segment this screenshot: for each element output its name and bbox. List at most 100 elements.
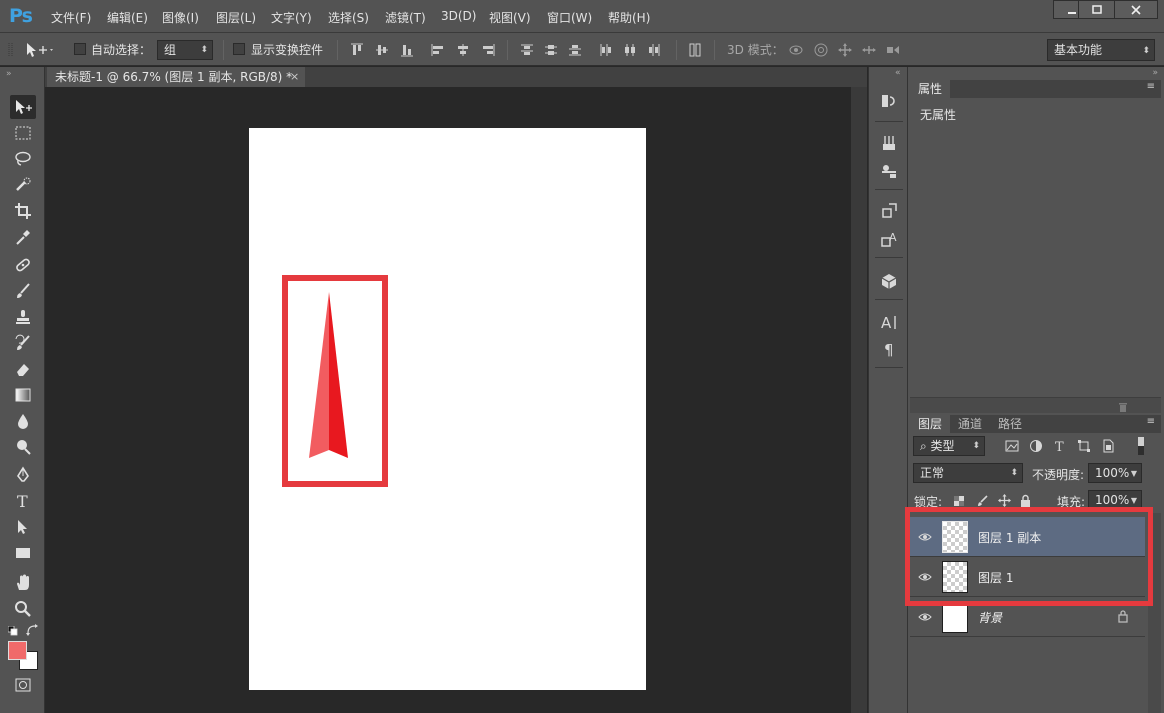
3d-roll-icon[interactable]: [813, 42, 829, 58]
workspace-dropdown[interactable]: 基本功能 ⬍: [1047, 39, 1155, 61]
filter-type-icon[interactable]: T: [1053, 439, 1067, 453]
auto-align-icon[interactable]: [687, 42, 703, 58]
close-tab-icon[interactable]: ×: [290, 67, 299, 87]
type-tool[interactable]: T: [10, 489, 36, 513]
foreground-color-swatch[interactable]: [8, 641, 27, 660]
character-styles-button[interactable]: A: [879, 229, 899, 249]
menu-image[interactable]: 图像(I): [162, 9, 199, 26]
shape-tool[interactable]: [10, 541, 36, 565]
auto-select-checkbox[interactable]: [74, 43, 86, 55]
align-right-icon[interactable]: [480, 42, 496, 58]
filter-kind-dropdown[interactable]: ⌕ 类型 ⬍: [913, 436, 985, 456]
auto-select-dropdown[interactable]: 组 ⬍: [157, 40, 213, 60]
dodge-tool[interactable]: [10, 435, 36, 459]
tab-paths[interactable]: 路径: [990, 415, 1030, 433]
menu-view[interactable]: 视图(V): [489, 9, 531, 26]
distribute-hcenter-icon[interactable]: [622, 42, 638, 58]
menu-file[interactable]: 文件(F): [51, 9, 91, 26]
marquee-tool[interactable]: [10, 121, 36, 145]
distribute-left-icon[interactable]: [598, 42, 614, 58]
path-selection-tool[interactable]: [10, 515, 36, 539]
panel-menu-icon[interactable]: ≡: [1147, 81, 1155, 92]
tab-channels[interactable]: 通道: [950, 415, 990, 433]
expand-dock-icon[interactable]: «: [895, 68, 901, 78]
quick-mask-button[interactable]: [10, 675, 36, 695]
menu-select[interactable]: 选择(S): [328, 9, 369, 26]
svg-text:¶: ¶: [884, 341, 894, 358]
lasso-tool[interactable]: [10, 147, 36, 171]
move-tool[interactable]: [10, 95, 36, 119]
eyedropper-tool[interactable]: [10, 225, 36, 249]
collapse-arrows-icon[interactable]: »: [6, 69, 12, 79]
filter-adjustment-icon[interactable]: [1029, 439, 1043, 453]
opacity-field[interactable]: 100% ▼: [1088, 463, 1142, 483]
paragraph-panel-button[interactable]: ¶: [879, 339, 899, 359]
character-icon: A: [881, 314, 896, 331]
menu-help[interactable]: 帮助(H): [608, 9, 650, 26]
3d-rotate-icon[interactable]: [788, 42, 804, 58]
show-transform-checkbox[interactable]: [233, 43, 245, 55]
3d-slide-icon[interactable]: [861, 42, 877, 58]
blend-mode-dropdown[interactable]: 正常 ⬍: [913, 463, 1023, 483]
arrow-shape[interactable]: [305, 290, 351, 462]
align-vcenter-icon[interactable]: [374, 42, 390, 58]
zoom-tool[interactable]: [10, 597, 36, 621]
menu-filter[interactable]: 滤镜(T): [385, 9, 426, 26]
brush-presets-button[interactable]: [879, 133, 899, 153]
align-left-icon[interactable]: [430, 42, 446, 58]
pen-tool[interactable]: [10, 463, 36, 487]
crop-tool[interactable]: [10, 199, 36, 223]
filter-smartobject-icon[interactable]: [1101, 439, 1115, 453]
lock-all-icon[interactable]: [1020, 494, 1031, 507]
distribute-vcenter-icon[interactable]: [543, 42, 559, 58]
panel-menu-icon[interactable]: ≡: [1147, 416, 1155, 427]
layers-highlight-frame: [905, 507, 1153, 606]
align-hcenter-icon[interactable]: [455, 42, 471, 58]
default-colors-icon[interactable]: [7, 625, 18, 636]
tab-layers[interactable]: 图层: [910, 415, 951, 433]
blur-tool[interactable]: [10, 409, 36, 433]
distribute-bottom-icon[interactable]: [567, 42, 583, 58]
menu-window[interactable]: 窗口(W): [547, 9, 592, 26]
3d-panel-button[interactable]: [879, 271, 899, 291]
layer-name[interactable]: 背景: [978, 609, 1002, 626]
eraser-tool[interactable]: [10, 357, 36, 381]
healing-brush-tool[interactable]: [10, 253, 36, 277]
quick-selection-tool[interactable]: [10, 173, 36, 197]
distribute-top-icon[interactable]: [519, 42, 535, 58]
tool-presets-button[interactable]: [879, 161, 899, 181]
close-window-button[interactable]: [1114, 0, 1158, 19]
menu-3d[interactable]: 3D(D): [441, 9, 476, 23]
history-panel-button[interactable]: [879, 91, 899, 111]
tab-properties[interactable]: 属性: [910, 80, 951, 98]
gradient-tool[interactable]: [10, 383, 36, 407]
brush-tool[interactable]: [10, 279, 36, 303]
align-top-icon[interactable]: [349, 42, 365, 58]
lock-transparency-icon[interactable]: [953, 495, 965, 507]
trash-icon[interactable]: [1117, 400, 1129, 412]
history-brush-tool[interactable]: [10, 331, 36, 355]
eye-icon[interactable]: [918, 610, 932, 624]
3d-scale-icon[interactable]: [885, 42, 901, 58]
clone-stamp-tool[interactable]: [10, 305, 36, 329]
collapse-dock-icon[interactable]: »: [1152, 68, 1158, 78]
align-bottom-icon[interactable]: [399, 42, 415, 58]
3d-pan-icon[interactable]: [837, 42, 853, 58]
move-tool-preset[interactable]: [24, 40, 60, 60]
distribute-right-icon[interactable]: [646, 42, 662, 58]
lock-position-icon[interactable]: [998, 494, 1011, 507]
filter-toggle-icon[interactable]: [1137, 436, 1145, 456]
clone-source-button[interactable]: [879, 201, 899, 221]
menu-edit[interactable]: 编辑(E): [107, 9, 148, 26]
menu-type[interactable]: 文字(Y): [271, 9, 312, 26]
maximize-button[interactable]: [1078, 0, 1116, 19]
hand-tool[interactable]: [10, 571, 36, 595]
canvas-vertical-scrollbar[interactable]: [851, 87, 867, 713]
filter-shape-icon[interactable]: [1077, 439, 1091, 453]
menu-layer[interactable]: 图层(L): [216, 9, 256, 26]
lock-pixels-icon[interactable]: [976, 494, 989, 507]
document-tab[interactable]: 未标题-1 @ 66.7% (图层 1 副本, RGB/8) * ×: [47, 67, 305, 87]
character-panel-button[interactable]: A: [879, 312, 899, 332]
swap-colors-icon[interactable]: [26, 624, 38, 636]
filter-pixel-icon[interactable]: [1005, 439, 1019, 453]
